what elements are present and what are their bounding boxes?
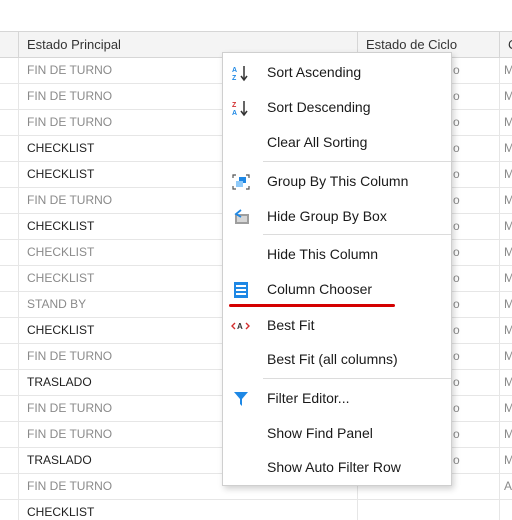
menu-item-hide-group-box[interactable]: Hide Group By Box (223, 201, 451, 231)
row-indicator (0, 240, 19, 265)
row-indicator (0, 84, 19, 109)
menu-item-label: Hide Group By Box (267, 208, 387, 224)
hide-group-box-icon (231, 207, 251, 225)
menu-item-label: Clear All Sorting (267, 134, 368, 150)
menu-item-label: Sort Ascending (267, 64, 362, 80)
cell-partial[interactable]: M (500, 136, 512, 161)
row-indicator (0, 292, 19, 317)
row-indicator (0, 474, 19, 499)
cell-partial[interactable]: M (500, 422, 512, 447)
row-indicator (0, 136, 19, 161)
row-indicator (0, 188, 19, 213)
sort-ascending-icon: A Z (231, 63, 251, 82)
cell-partial[interactable]: M (500, 110, 512, 135)
cell-partial[interactable] (500, 500, 512, 520)
cell-partial[interactable]: M (500, 292, 512, 317)
menu-item-label: Column Chooser (267, 281, 373, 297)
row-indicator-header (0, 32, 19, 58)
cell-partial[interactable]: M (500, 84, 512, 109)
cell-partial[interactable]: M (500, 162, 512, 187)
row-indicator (0, 422, 19, 447)
svg-text:A: A (232, 110, 237, 117)
menu-separator (263, 378, 451, 379)
row-indicator (0, 396, 19, 421)
menu-item-label: Best Fit (all columns) (267, 351, 398, 367)
cell-partial[interactable]: M (500, 188, 512, 213)
menu-separator (263, 161, 451, 162)
svg-text:A: A (232, 67, 237, 74)
column-header-partial[interactable]: C (500, 32, 512, 58)
toolbar-area (0, 0, 512, 31)
row-indicator (0, 344, 19, 369)
row-indicator (0, 162, 19, 187)
row-indicator (0, 214, 19, 239)
row-indicator (0, 318, 19, 343)
cell-partial[interactable]: M (500, 318, 512, 343)
menu-item-sort-descending[interactable]: Z A Sort Descending (223, 92, 451, 122)
menu-item-column-chooser[interactable]: Column Chooser (223, 274, 451, 304)
menu-item-label: Best Fit (267, 317, 315, 333)
cell-partial[interactable]: M (500, 214, 512, 239)
column-chooser-icon (231, 280, 251, 298)
row-indicator (0, 110, 19, 135)
column-context-menu: A Z Sort Ascending Z A Sort Descending C… (222, 52, 452, 486)
table-row[interactable]: CHECKLIST▾ (0, 500, 512, 520)
menu-item-best-fit-all[interactable]: Best Fit (all columns) (223, 344, 451, 374)
row-indicator (0, 448, 19, 473)
menu-item-filter-editor[interactable]: Filter Editor... (223, 383, 451, 413)
menu-item-best-fit[interactable]: A Best Fit (223, 310, 451, 340)
menu-item-show-auto-filter-row[interactable]: Show Auto Filter Row (223, 452, 451, 482)
cell-partial[interactable]: M (500, 448, 512, 473)
cell-estado-principal[interactable]: CHECKLIST▾ (19, 500, 358, 520)
cell-partial[interactable]: M (500, 58, 512, 83)
cell-estado-ciclo[interactable] (358, 500, 500, 520)
menu-item-clear-sorting[interactable]: Clear All Sorting (223, 127, 451, 157)
highlight-underline (229, 304, 395, 307)
menu-item-label: Group By This Column (267, 173, 409, 189)
menu-item-sort-ascending[interactable]: A Z Sort Ascending (223, 57, 451, 87)
menu-item-group-by-column[interactable]: Group By This Column (223, 166, 451, 196)
row-indicator (0, 500, 19, 520)
menu-item-label: Hide This Column (267, 246, 379, 262)
menu-separator (263, 234, 451, 235)
menu-item-label: Show Find Panel (267, 425, 373, 441)
filter-icon (231, 389, 251, 407)
svg-text:A: A (237, 322, 243, 331)
best-fit-icon: A (231, 316, 251, 334)
cell-partial[interactable]: M (500, 266, 512, 291)
menu-item-label: Show Auto Filter Row (267, 459, 401, 475)
cell-partial[interactable]: M (500, 396, 512, 421)
menu-item-hide-column[interactable]: Hide This Column (223, 239, 451, 269)
menu-item-label: Filter Editor... (267, 390, 350, 406)
svg-text:Z: Z (232, 102, 237, 109)
svg-text:Z: Z (232, 75, 237, 82)
menu-item-label: Sort Descending (267, 99, 371, 115)
group-by-column-icon (231, 172, 251, 190)
cell-partial[interactable]: M (500, 344, 512, 369)
row-indicator (0, 370, 19, 395)
cell-partial[interactable]: M (500, 240, 512, 265)
row-indicator (0, 58, 19, 83)
sort-descending-icon: Z A (231, 98, 251, 117)
cell-partial[interactable]: M (500, 370, 512, 395)
menu-item-show-find-panel[interactable]: Show Find Panel (223, 418, 451, 448)
cell-partial[interactable]: A (500, 474, 512, 499)
row-indicator (0, 266, 19, 291)
